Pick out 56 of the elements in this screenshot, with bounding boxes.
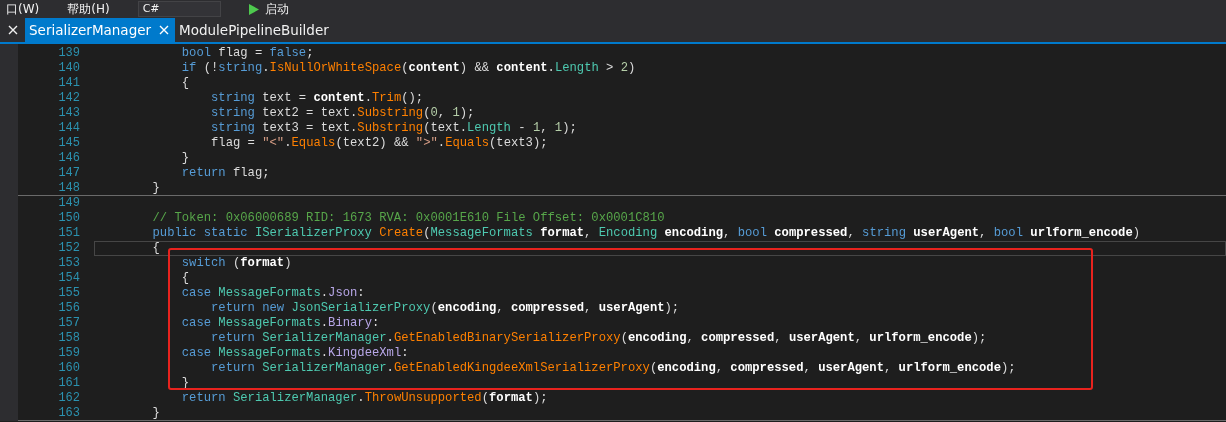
code-line: if (!string.IsNullOrWhiteSpace(content) && content.Length > 2) [180, 61, 636, 76]
line-number: 142 [57, 91, 81, 106]
code-line: { [151, 241, 160, 256]
menu-item[interactable]: 口(W) [6, 0, 40, 18]
play-icon [248, 3, 259, 15]
code-line: return flag; [180, 166, 270, 181]
code-line: } [151, 406, 160, 420]
line-number: 157 [57, 316, 81, 331]
code-line: string text3 = text.Substring(text.Length - 1, 1); [210, 121, 577, 136]
line-number: 153 [57, 256, 81, 271]
line-number: 141 [57, 76, 81, 91]
line-number: 143 [57, 106, 81, 121]
code-line: { [180, 76, 190, 91]
code-line: public static ISerializerProxy Create(MessageFormats format, Encoding encoding, bool compressed, string userAgent, bool urlform_encode) [151, 226, 1141, 241]
line-number: 163 [57, 406, 81, 420]
line-number: 150 [57, 211, 81, 226]
code-line: string text = content.Trim(); [210, 91, 424, 106]
editor-tab[interactable]: ModulePipelineBuilder [175, 18, 335, 42]
close-icon[interactable] [7, 25, 18, 35]
code-line: { [180, 271, 190, 286]
code-line: string text2 = text.Substring(0, 1); [210, 106, 475, 121]
line-number: 152 [57, 241, 81, 256]
code-line: return SerializerManager.ThrowUnsupported(format); [180, 391, 548, 406]
line-number: 151 [57, 226, 81, 241]
line-number: 146 [57, 151, 81, 166]
line-number: 161 [57, 376, 81, 391]
line-number: 160 [57, 361, 81, 376]
code-line: case MessageFormats.Binary: [180, 316, 380, 331]
code-line: switch (format) [180, 256, 292, 271]
code-line: case MessageFormats.Json: [180, 286, 365, 301]
line-number: 155 [57, 286, 81, 301]
code-line: return SerializerManager.GetEnabledBinarySerializerProxy(encoding, compressed, userAgent, urlform_encode); [210, 331, 987, 346]
code-line: return SerializerManager.GetEnabledKingdeeXmlSerializerProxy(encoding, compressed, userAgent, urlform_encode); [210, 361, 1016, 376]
line-number: 145 [57, 136, 81, 151]
menu-item[interactable]: 帮助(H) [67, 0, 110, 18]
language-dropdown[interactable]: C# [137, 1, 221, 17]
line-number: 139 [57, 46, 81, 61]
line-number: 156 [57, 301, 81, 316]
line-number: 149 [57, 196, 81, 211]
code-line: } [180, 151, 190, 166]
line-number: 159 [57, 346, 81, 361]
line-number: 147 [57, 166, 81, 181]
line-number: 140 [57, 61, 81, 76]
code-line: case MessageFormats.KingdeeXml: [180, 346, 409, 361]
line-number: 162 [57, 391, 81, 406]
line-number: 148 [57, 181, 81, 195]
line-number: 144 [57, 121, 81, 136]
code-line: // Token: 0x06000689 RID: 1673 RVA: 0x0001E610 File Offset: 0x0001C810 [151, 211, 665, 226]
editor-tab[interactable]: SerializerManager [25, 18, 176, 42]
line-number: 154 [57, 271, 81, 286]
code-line: bool flag = false; [180, 46, 314, 61]
code-line: return new JsonSerializerProxy(encoding, compressed, userAgent); [210, 301, 680, 316]
code-line: flag = "<".Equals(text2) && ">".Equals(text3); [210, 136, 548, 151]
code-line: } [151, 181, 160, 195]
start-button[interactable]: 启动 [248, 0, 289, 18]
line-number: 158 [57, 331, 81, 346]
